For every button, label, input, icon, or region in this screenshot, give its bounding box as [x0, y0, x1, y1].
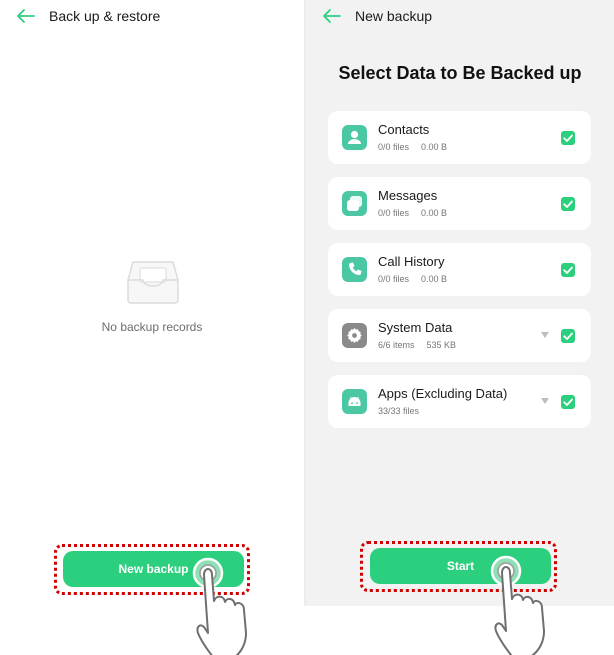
category-size: 0.00 B: [421, 208, 448, 218]
contact-icon: [342, 125, 367, 150]
category-card-call-history[interactable]: Call History 0/0 files 0.00 B: [328, 243, 591, 296]
category-count: 0/0 files: [378, 274, 410, 284]
tap-hand-icon: [490, 555, 545, 655]
back-arrow-icon[interactable]: [16, 7, 36, 25]
page-title: New backup: [355, 8, 433, 24]
category-count: 6/6 items: [378, 340, 415, 350]
phone-icon: [342, 257, 367, 282]
category-size: 0.00 B: [421, 142, 448, 152]
top-bar: New backup: [306, 0, 614, 34]
category-meta: 0/0 files 0.00 B: [378, 142, 447, 152]
new-backup-screen: New backup: [306, 0, 614, 606]
category-count: 0/0 files: [378, 208, 410, 218]
checkbox-checked-icon[interactable]: [561, 197, 575, 211]
category-card-apps[interactable]: Apps (Excluding Data) 33/33 files: [328, 375, 591, 428]
empty-state-message: No backup records: [101, 320, 203, 334]
category-count: 33/33 files: [378, 406, 420, 416]
category-name: Messages: [378, 188, 438, 203]
category-card-contacts[interactable]: Contacts 0/0 files 0.00 B: [328, 111, 591, 164]
checkbox-checked-icon[interactable]: [561, 329, 575, 343]
category-meta: 6/6 items 535 KB: [378, 340, 456, 350]
expand-caret-icon[interactable]: [541, 398, 549, 404]
expand-caret-icon[interactable]: [541, 332, 549, 338]
tap-hand-icon: [192, 557, 247, 655]
category-count: 0/0 files: [378, 142, 410, 152]
category-name: System Data: [378, 320, 453, 335]
checkbox-checked-icon[interactable]: [561, 131, 575, 145]
category-name: Call History: [378, 254, 445, 269]
messages-icon: [342, 191, 367, 216]
page-title: Back up & restore: [49, 8, 161, 24]
top-bar: Back up & restore: [0, 0, 304, 34]
category-name: Apps (Excluding Data): [378, 386, 508, 401]
section-heading: Select Data to Be Backed up: [338, 63, 582, 83]
checkbox-checked-icon[interactable]: [561, 395, 575, 409]
category-size: 535 KB: [426, 340, 457, 350]
category-meta: 0/0 files 0.00 B: [378, 274, 447, 284]
category-card-system-data[interactable]: System Data 6/6 items 535 KB: [328, 309, 591, 362]
category-size: 0.00 B: [421, 274, 448, 284]
back-arrow-icon[interactable]: [322, 7, 342, 25]
backup-restore-screen: Back up & restore No backup records New …: [0, 0, 304, 606]
category-name: Contacts: [378, 122, 430, 137]
category-meta: 0/0 files 0.00 B: [378, 208, 447, 218]
inbox-tray-icon: [127, 261, 179, 304]
android-icon: [342, 389, 367, 414]
category-card-messages[interactable]: Messages 0/0 files 0.00 B: [328, 177, 591, 230]
checkbox-checked-icon[interactable]: [561, 263, 575, 277]
settings-icon: [342, 323, 367, 348]
category-meta: 33/33 files: [378, 406, 419, 416]
